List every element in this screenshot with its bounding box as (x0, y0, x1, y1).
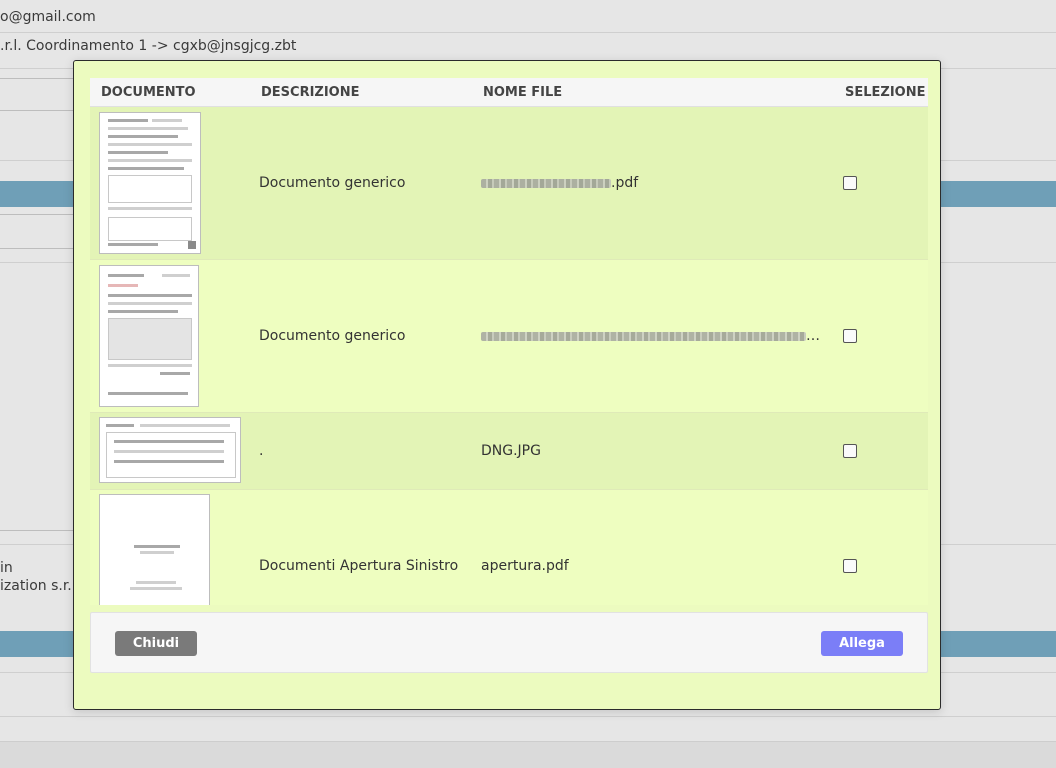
row-select-checkbox[interactable] (843, 444, 857, 458)
document-thumbnail[interactable] (99, 494, 210, 605)
page-footer (0, 741, 1056, 768)
table-header: DOCUMENTO DESCRIZIONE NOME FILE SELEZION… (90, 78, 928, 107)
row-file-name: apertura.pdf (481, 558, 569, 574)
row-select-checkbox[interactable] (843, 329, 857, 343)
table-row[interactable]: . DNG.JPG (90, 413, 928, 490)
row-file-name: _... (481, 328, 826, 344)
side-text-1: in (0, 560, 13, 576)
close-button[interactable]: Chiudi (115, 631, 197, 656)
coordination-text: .r.l. Coordinamento 1 -> cgxb@jnsgjcg.zb… (0, 38, 297, 54)
header-descrizione: DESCRIZIONE (261, 84, 360, 100)
table-row[interactable]: Documenti Apertura Sinistro apertura.pdf (90, 490, 928, 605)
row-description: Documenti Apertura Sinistro (259, 558, 459, 574)
document-thumbnail[interactable] (99, 265, 199, 407)
header-documento: DOCUMENTO (101, 84, 196, 100)
redacted-filename (481, 331, 806, 341)
redacted-filename (481, 178, 611, 188)
table-row[interactable]: Documento generico .pdf (90, 107, 928, 260)
side-text-2: ization s.r.l. (0, 578, 81, 594)
image-thumbnail[interactable] (99, 417, 241, 483)
document-thumbnail[interactable] (99, 112, 201, 254)
documents-table: DOCUMENTO DESCRIZIONE NOME FILE SELEZION… (90, 78, 928, 605)
row-description: . (259, 443, 264, 459)
attach-button[interactable]: Allega (821, 631, 903, 656)
header-nome-file: NOME FILE (483, 84, 563, 100)
attach-document-modal: DOCUMENTO DESCRIZIONE NOME FILE SELEZION… (73, 60, 941, 710)
table-row[interactable]: Documento generico _... (90, 260, 928, 413)
row-description: Documento generico (259, 175, 406, 191)
modal-footer: Chiudi Allega (90, 612, 928, 673)
row-file-name: DNG.JPG (481, 443, 541, 459)
email-text: o@gmail.com (0, 9, 96, 25)
row-description: Documento generico (259, 328, 406, 344)
row-select-checkbox[interactable] (843, 559, 857, 573)
row-select-checkbox[interactable] (843, 176, 857, 190)
header-selezione: SELEZIONE (845, 84, 926, 100)
row-file-name: .pdf (481, 175, 826, 191)
